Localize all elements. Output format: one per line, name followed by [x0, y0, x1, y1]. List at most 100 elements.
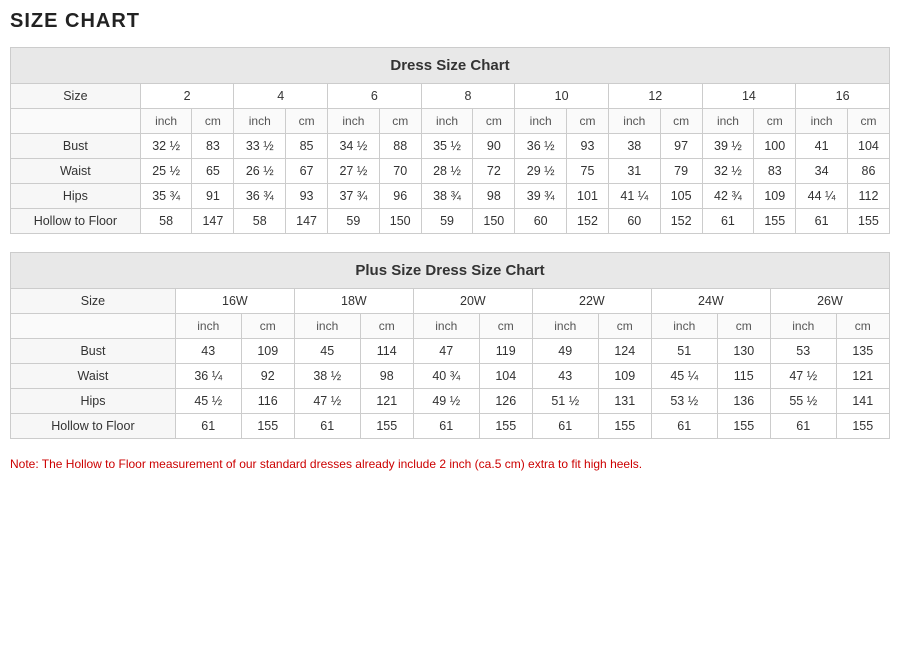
size-header-cell: 26W: [770, 289, 889, 314]
data-cell: 86: [847, 159, 889, 184]
data-cell: 104: [847, 134, 889, 159]
data-cell: 105: [660, 184, 702, 209]
size-header-cell: 22W: [532, 289, 651, 314]
data-cell: 61: [413, 414, 479, 439]
size-header-cell: 12: [608, 84, 702, 109]
size-header-cell: 24W: [651, 289, 770, 314]
data-cell: 34 ½: [328, 134, 380, 159]
row-label: Hollow to Floor: [11, 209, 141, 234]
table-row: Waist36 ¼9238 ½9840 ¾1044310945 ¼11547 ½…: [11, 364, 890, 389]
unit-cell: inch: [770, 314, 836, 339]
data-cell: 121: [360, 389, 413, 414]
data-cell: 85: [286, 134, 328, 159]
data-cell: 116: [241, 389, 294, 414]
size-header-cell: 6: [328, 84, 422, 109]
size-header-cell: 10: [515, 84, 609, 109]
data-cell: 28 ½: [421, 159, 473, 184]
data-cell: 38 ½: [294, 364, 360, 389]
unit-cell: inch: [702, 109, 754, 134]
data-cell: 45 ¼: [651, 364, 717, 389]
data-cell: 104: [479, 364, 532, 389]
data-cell: 35 ½: [421, 134, 473, 159]
data-cell: 155: [241, 414, 294, 439]
data-cell: 72: [473, 159, 515, 184]
table-row: Hips45 ½11647 ½12149 ½12651 ½13153 ½1365…: [11, 389, 890, 414]
unit-cell: cm: [360, 314, 413, 339]
row-label: Hips: [11, 184, 141, 209]
size-header-cell: 18W: [294, 289, 413, 314]
table-row: Hollow to Floor6115561155611556115561155…: [11, 414, 890, 439]
data-cell: 131: [598, 389, 651, 414]
data-cell: 43: [532, 364, 598, 389]
data-cell: 92: [241, 364, 294, 389]
data-cell: 36 ¼: [175, 364, 241, 389]
data-cell: 121: [836, 364, 889, 389]
data-cell: 150: [473, 209, 515, 234]
data-cell: 93: [286, 184, 328, 209]
unit-cell: cm: [836, 314, 889, 339]
data-cell: 43: [175, 339, 241, 364]
data-cell: 44 ¼: [796, 184, 848, 209]
data-cell: 39 ½: [702, 134, 754, 159]
data-cell: 114: [360, 339, 413, 364]
unit-cell: cm: [479, 314, 532, 339]
data-cell: 93: [567, 134, 609, 159]
data-cell: 83: [754, 159, 796, 184]
unit-cell: cm: [754, 109, 796, 134]
data-cell: 75: [567, 159, 609, 184]
data-cell: 98: [473, 184, 515, 209]
plus-size-chart-section: Plus Size Dress Size Chart Size16W18W20W…: [10, 252, 890, 439]
data-cell: 61: [770, 414, 836, 439]
row-label: Hollow to Floor: [11, 414, 176, 439]
size-header-cell: 2: [140, 84, 234, 109]
data-cell: 79: [660, 159, 702, 184]
data-cell: 60: [608, 209, 660, 234]
data-cell: 36 ¾: [234, 184, 286, 209]
data-cell: 98: [360, 364, 413, 389]
data-cell: 61: [175, 414, 241, 439]
data-cell: 155: [836, 414, 889, 439]
data-cell: 35 ¾: [140, 184, 192, 209]
unit-cell: inch: [413, 314, 479, 339]
data-cell: 51 ½: [532, 389, 598, 414]
data-cell: 135: [836, 339, 889, 364]
data-cell: 141: [836, 389, 889, 414]
data-cell: 26 ½: [234, 159, 286, 184]
dress-size-chart-section: Dress Size Chart Size246810121416inchcmi…: [10, 47, 890, 234]
data-cell: 61: [651, 414, 717, 439]
data-cell: 25 ½: [140, 159, 192, 184]
unit-cell: inch: [328, 109, 380, 134]
size-header-cell: 8: [421, 84, 515, 109]
unit-cell: inch: [515, 109, 567, 134]
data-cell: 126: [479, 389, 532, 414]
row-label: Bust: [11, 339, 176, 364]
size-header-cell: 4: [234, 84, 328, 109]
data-cell: 147: [286, 209, 328, 234]
data-cell: 83: [192, 134, 234, 159]
row-label: Hips: [11, 389, 176, 414]
size-header-cell: 16: [796, 84, 890, 109]
data-cell: 130: [717, 339, 770, 364]
data-cell: 47: [413, 339, 479, 364]
unit-cell: inch: [651, 314, 717, 339]
plus-chart-heading: Plus Size Dress Size Chart: [11, 253, 890, 289]
data-cell: 41: [796, 134, 848, 159]
data-cell: 61: [796, 209, 848, 234]
unit-empty-cell: [11, 314, 176, 339]
size-label: Size: [11, 289, 176, 314]
data-cell: 36 ½: [515, 134, 567, 159]
table-row: Waist25 ½6526 ½6727 ½7028 ½7229 ½7531793…: [11, 159, 890, 184]
data-cell: 51: [651, 339, 717, 364]
data-cell: 155: [360, 414, 413, 439]
unit-cell: cm: [567, 109, 609, 134]
data-cell: 41 ¼: [608, 184, 660, 209]
data-cell: 27 ½: [328, 159, 380, 184]
unit-cell: inch: [421, 109, 473, 134]
data-cell: 101: [567, 184, 609, 209]
unit-cell: inch: [796, 109, 848, 134]
data-cell: 112: [847, 184, 889, 209]
data-cell: 109: [241, 339, 294, 364]
unit-cell: cm: [847, 109, 889, 134]
data-cell: 61: [532, 414, 598, 439]
row-label: Waist: [11, 159, 141, 184]
